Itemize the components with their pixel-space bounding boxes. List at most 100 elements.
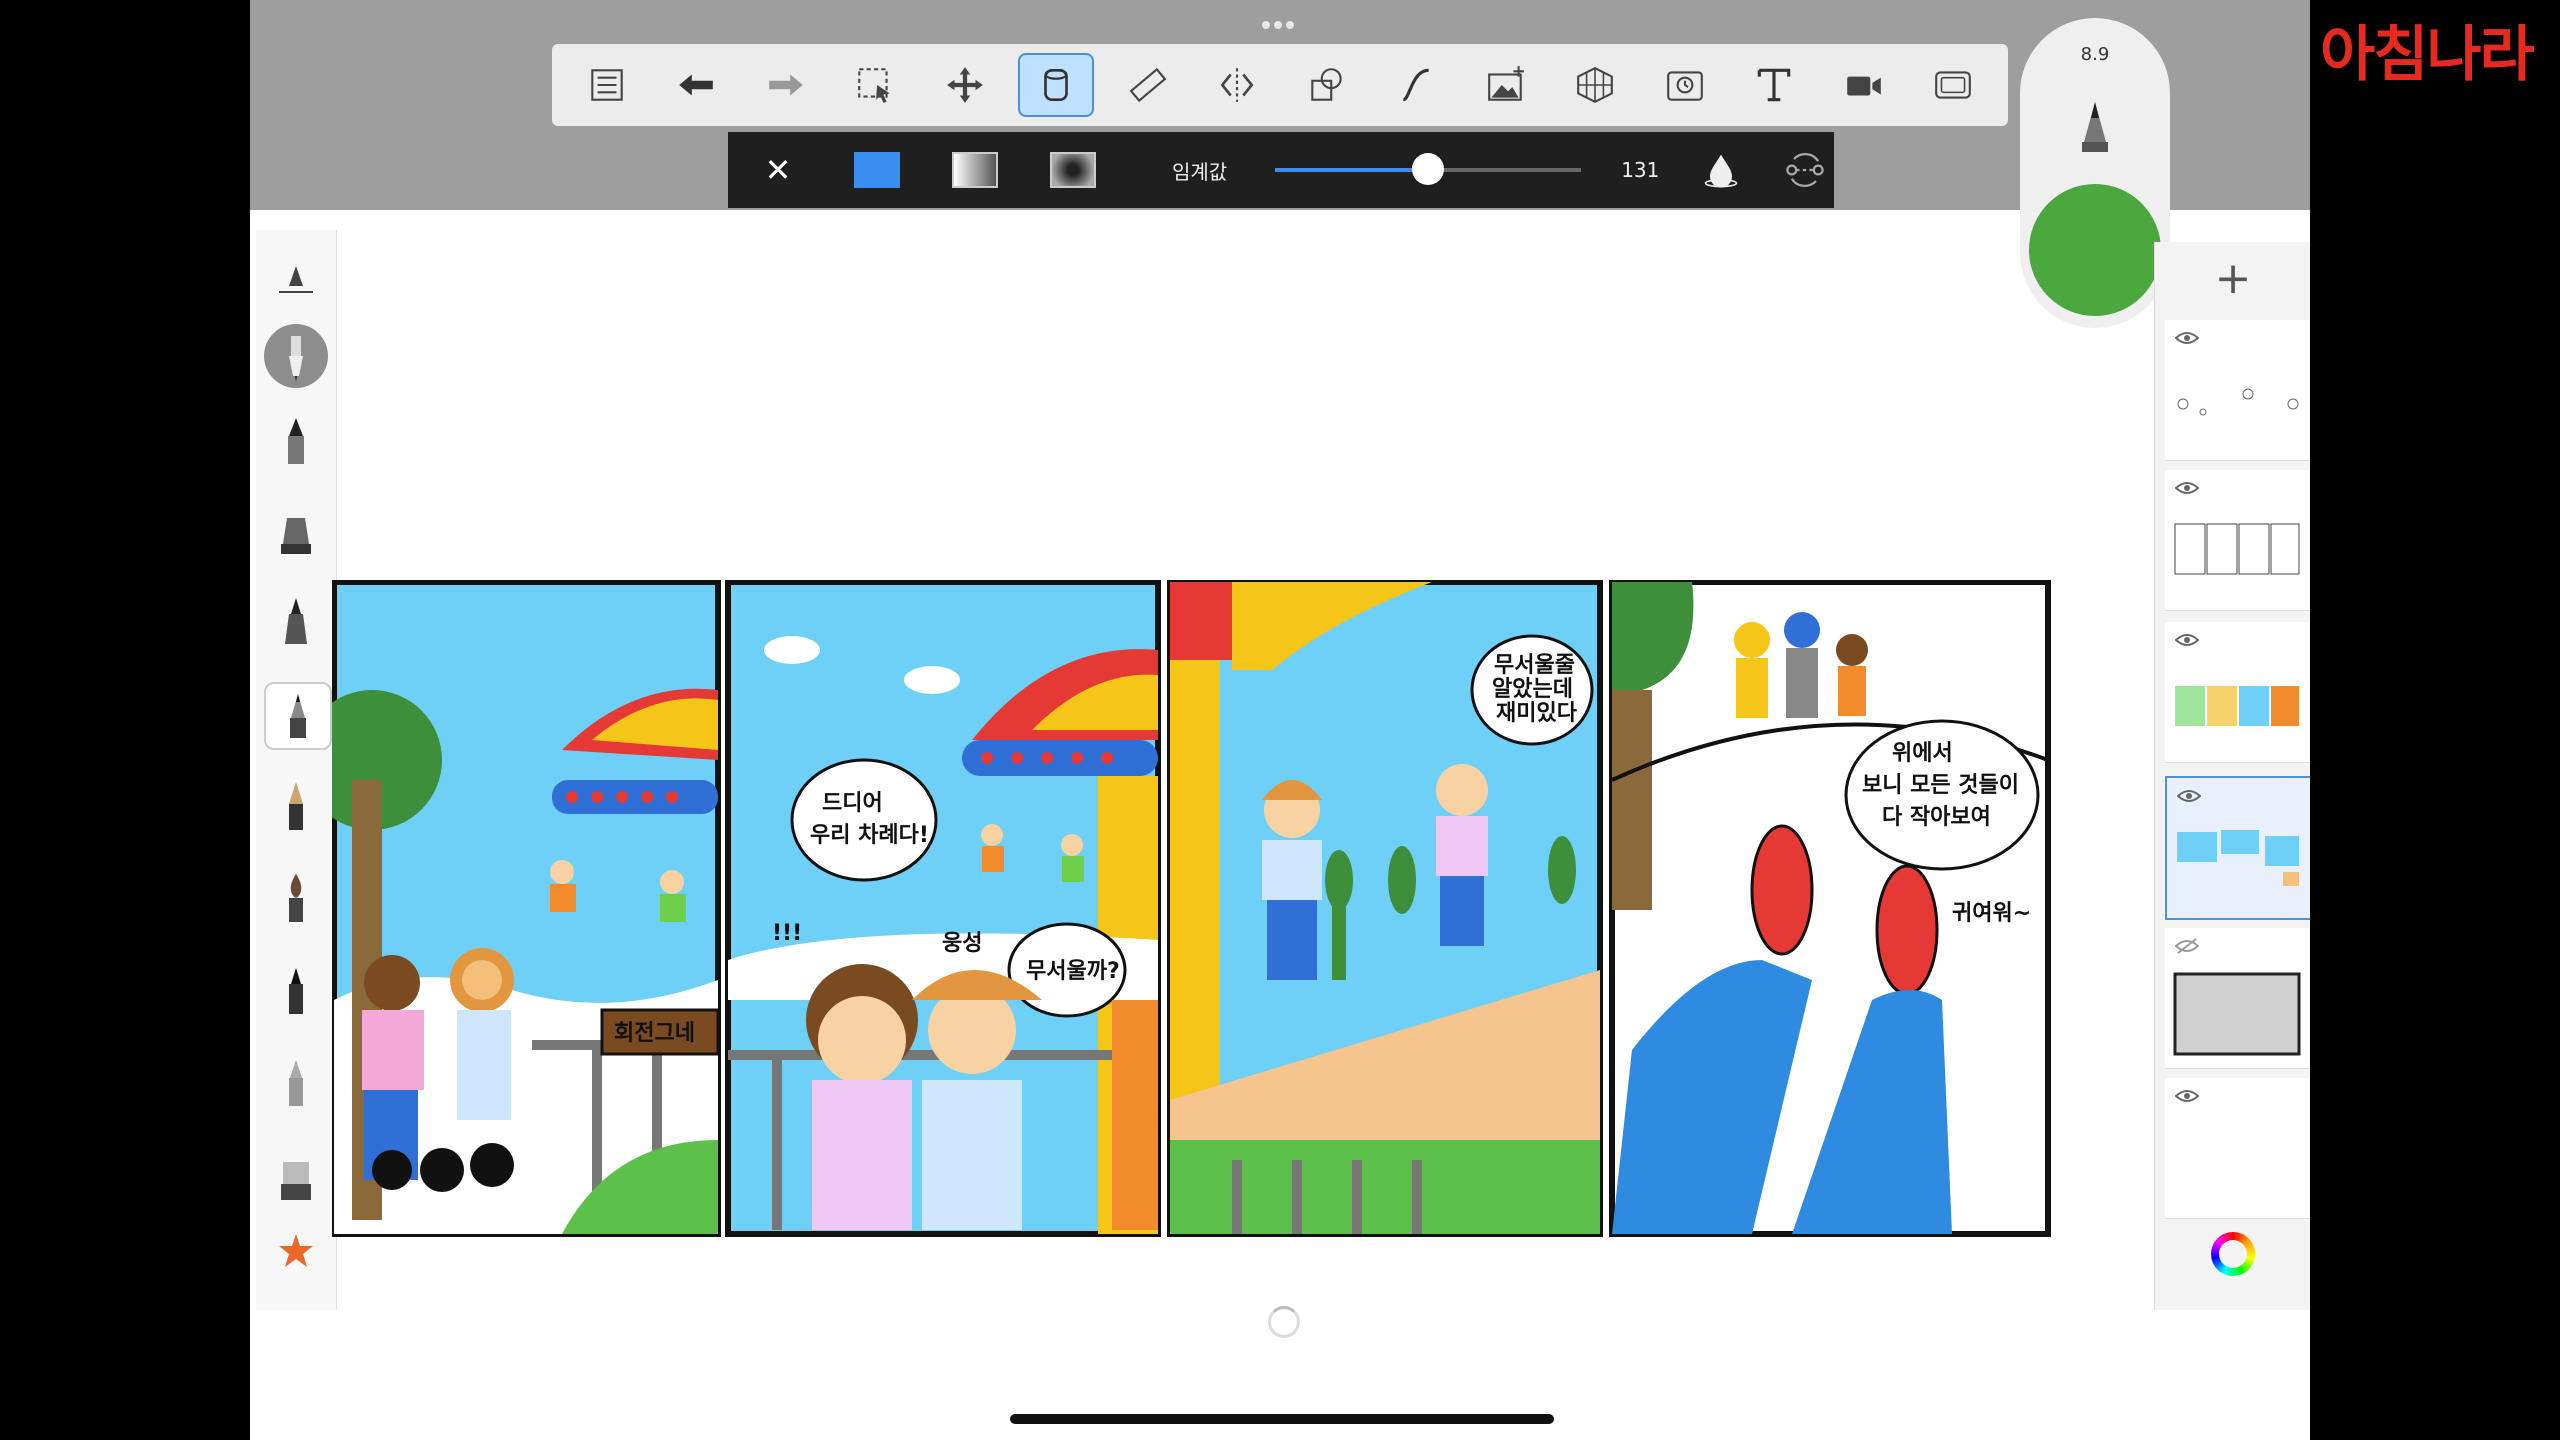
move-icon xyxy=(946,67,983,103)
image-add-button[interactable] xyxy=(1470,55,1542,115)
panel3-bubble-line3: 재미있다 xyxy=(1496,701,1578,726)
layer-thumbnail xyxy=(2175,686,2299,726)
eye-hidden-icon[interactable] xyxy=(2175,938,2199,954)
stroke-button[interactable] xyxy=(1380,55,1452,115)
timelapse-icon xyxy=(1666,71,1703,101)
comic-panel-1: 회전그네 xyxy=(332,580,721,1237)
marker-icon xyxy=(285,598,307,644)
video-button[interactable] xyxy=(1828,55,1900,115)
brush-fountain-pen[interactable] xyxy=(264,774,328,838)
panel2-bubble2: 무서울까? xyxy=(1026,959,1120,984)
layer-thumbnail xyxy=(2177,830,2299,886)
curve-icon xyxy=(1402,68,1430,102)
selection-button[interactable] xyxy=(839,55,911,115)
fill-options-bar: ✕ 임계값 131 xyxy=(728,132,1834,208)
fill-radial-gradient-option[interactable] xyxy=(1050,152,1096,188)
channel-watermark: 아침나라 xyxy=(2320,20,2535,90)
eye-icon[interactable] xyxy=(2177,788,2201,804)
brush-ballpoint-selected[interactable] xyxy=(264,682,332,750)
brush-ink-brush[interactable] xyxy=(264,866,328,930)
perspective-button[interactable] xyxy=(1559,55,1631,115)
undo-button[interactable] xyxy=(660,55,732,115)
layer-6[interactable] xyxy=(2165,1078,2309,1219)
paint-bucket-icon xyxy=(1044,68,1069,102)
symmetry-icon xyxy=(1220,68,1254,102)
layer-thumbnail xyxy=(2174,523,2300,575)
fullscreen-button[interactable] xyxy=(1917,55,1989,115)
brush-pencil[interactable] xyxy=(264,410,328,474)
ruler-icon xyxy=(1129,67,1167,103)
list-icon xyxy=(591,69,623,101)
layer-3[interactable] xyxy=(2165,622,2309,763)
timelapse-button[interactable] xyxy=(1649,55,1721,115)
current-color-swatch[interactable] xyxy=(2029,184,2161,316)
video-icon xyxy=(1846,76,1881,96)
eraser-icon xyxy=(281,1162,311,1200)
eye-icon[interactable] xyxy=(2175,1088,2199,1104)
layers-list-button[interactable] xyxy=(571,55,643,115)
selection-icon xyxy=(858,68,890,103)
felt-tip-icon xyxy=(289,968,303,1014)
comic-panel-2: 드디어 우리 차례다! 무서울까? !!! 웅성 xyxy=(725,580,1161,1237)
eye-icon[interactable] xyxy=(2175,632,2199,648)
layer-5[interactable] xyxy=(2165,928,2309,1069)
fill-drop-icon[interactable] xyxy=(1699,148,1743,192)
panel3-bubble-line1: 무서울줄 xyxy=(1494,653,1575,678)
multitasking-handle[interactable] xyxy=(1260,14,1300,29)
brush-eraser[interactable] xyxy=(264,1146,328,1210)
home-indicator[interactable] xyxy=(1010,1414,1554,1424)
loading-indicator xyxy=(1268,1306,1300,1338)
fill-button[interactable] xyxy=(1018,53,1095,117)
panel2-bubble1-line1: 드디어 xyxy=(822,791,883,816)
smudge-icon xyxy=(289,1060,303,1106)
image-add-icon xyxy=(1487,66,1524,101)
airbrush-icon xyxy=(281,518,311,554)
slider-knob[interactable] xyxy=(1412,153,1445,185)
ruler-button[interactable] xyxy=(1112,55,1184,115)
text-button[interactable] xyxy=(1738,55,1810,115)
brush-marker[interactable] xyxy=(264,590,328,654)
favorite-brushes[interactable] xyxy=(264,1220,328,1284)
add-layer-button[interactable]: + xyxy=(2155,242,2310,314)
perspective-grid-icon xyxy=(1577,67,1614,103)
panel4-bubble-line1: 위에서 xyxy=(1892,741,1953,766)
fill-solid-option[interactable] xyxy=(854,152,900,188)
close-fill-button[interactable]: ✕ xyxy=(728,151,828,189)
panel4-bubble-line2: 보니 모든 것들이 xyxy=(1862,773,2019,798)
color-wheel-button[interactable] xyxy=(2211,1232,2255,1276)
eye-icon[interactable] xyxy=(2175,480,2199,496)
connect-layers-icon[interactable] xyxy=(1783,148,1827,192)
brush-felt-tip[interactable] xyxy=(264,958,328,1022)
brush-technical-pen[interactable] xyxy=(264,324,328,388)
fill-linear-gradient-option[interactable] xyxy=(952,152,998,188)
layer-1[interactable] xyxy=(2165,320,2309,461)
pencil-icon xyxy=(288,418,304,464)
layer-thumbnail xyxy=(2173,972,2301,1056)
panel3-bubble-line2: 알았는데 xyxy=(1492,677,1573,702)
layer-2[interactable] xyxy=(2165,470,2309,611)
undo-icon xyxy=(679,74,714,96)
threshold-slider[interactable] xyxy=(1275,153,1582,185)
brush-airbrush[interactable] xyxy=(264,500,328,564)
brush-puck[interactable]: 8.9 xyxy=(2020,18,2170,328)
redo-button[interactable] xyxy=(750,55,822,115)
layer-thumbnail xyxy=(2177,388,2299,416)
panel2-bubble1-line2: 우리 차례다! xyxy=(810,823,929,848)
panel4-bubble-line3: 다 작아보여 xyxy=(1882,805,1991,830)
pencil-tip-icon xyxy=(2082,102,2108,152)
layer-4-selected[interactable] xyxy=(2165,776,2310,920)
eye-icon[interactable] xyxy=(2175,330,2199,346)
main-toolbar xyxy=(552,44,2008,126)
symmetry-button[interactable] xyxy=(1201,55,1273,115)
brush-smudge[interactable] xyxy=(264,1050,328,1114)
shapes-button[interactable] xyxy=(1291,55,1363,115)
comic-canvas[interactable]: 회전그네 드디어 우리 차례다! 무서울까? !!! 웅성 무서울줄 알았는데 … xyxy=(332,580,2052,1240)
plus-icon: + xyxy=(2214,252,2252,304)
brush-size-handle[interactable] xyxy=(264,248,328,312)
ballpoint-pen-icon xyxy=(290,694,306,738)
transform-button[interactable] xyxy=(929,55,1001,115)
panel4-caption: 귀여워~ xyxy=(1952,901,2031,926)
layers-panel: + xyxy=(2154,242,2310,1310)
panel2-exclaim: !!! xyxy=(772,921,802,946)
threshold-value: 131 xyxy=(1621,158,1660,182)
